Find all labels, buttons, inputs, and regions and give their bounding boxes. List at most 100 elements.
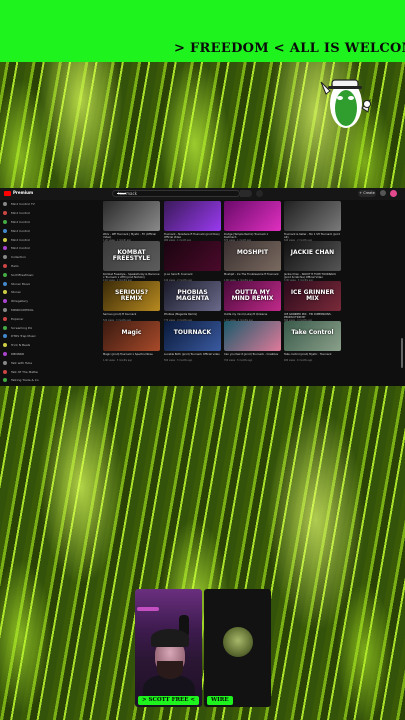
search-icon[interactable] (240, 190, 252, 197)
video-card[interactable]: TOURNACK Lucable Both (prod) Tournack Off… (164, 321, 221, 362)
video-thumbnail[interactable] (164, 241, 221, 271)
video-card[interactable]: Take Control Take control (prod) Mystic ·… (284, 321, 341, 362)
video-card[interactable]: PHOBIAS MAGENTA Phobias (Magenta Remix) 77… (164, 281, 221, 322)
video-thumbnail[interactable] (224, 321, 281, 351)
weed-mascot-icon (320, 79, 371, 128)
frog-avatar-icon (223, 627, 253, 657)
sidebar-item[interactable]: Mind Control (0, 209, 44, 218)
thumbnail-text: MOSHPIT (236, 249, 269, 256)
sidebar-item-label: DBNNRR (11, 351, 25, 356)
sidebar-item[interactable]: Explorer (0, 314, 44, 323)
search-input[interactable]: tourmack (112, 190, 240, 197)
sidebar-item[interactable]: Hello (0, 262, 44, 271)
screen-capture: Premium tourmack + Create Mind Control T… (0, 188, 405, 386)
video-thumbnail[interactable] (103, 201, 160, 231)
video-card[interactable]: KOMBAT FREESTYLE Kombat Freestyle - Speak… (103, 241, 160, 282)
video-meta: 1.4K views · 5 months ago (103, 358, 132, 362)
sidebar-item-label: Talking Trade & Co (11, 378, 39, 383)
video-card[interactable]: Can you feel it (prod) Tournack - Creatl… (224, 321, 281, 362)
ticker-banner: > FREEDOM < ALL IS WELCOME LIKE & S (0, 0, 405, 62)
sidebar-item-label: Talk with Tube (11, 360, 33, 365)
sidebar-item[interactable]: Bass (0, 385, 44, 386)
sidebar-item-label: Mind Control (11, 228, 31, 233)
active-tab-underline (117, 193, 126, 194)
sidebar-item[interactable]: Mind Control (0, 218, 44, 227)
video-card[interactable]: Magic Magic (prod) Tournack x Spectrumtre… (103, 321, 160, 362)
video-thumbnail[interactable]: Take Control (284, 321, 341, 351)
thumbnail-text: Take Control (291, 329, 334, 336)
sidebar-item[interactable]: Collection (0, 253, 44, 262)
video-thumbnail[interactable]: PHOBIAS MAGENTA (164, 281, 221, 311)
video-thumbnail[interactable]: ICE GRINNER MIX (284, 281, 341, 311)
video-thumbnail[interactable]: TOURNACK (164, 321, 221, 351)
sidebar-item[interactable]: MINDCONTROL (0, 306, 44, 315)
sidebar-item[interactable]: Wiregallery (0, 297, 44, 306)
video-thumbnail[interactable] (224, 201, 281, 231)
sidebar-item-label: Stoner Music (11, 281, 31, 286)
channel-avatar-icon (3, 378, 7, 383)
youtube-topbar: Premium tourmack + Create (0, 188, 405, 200)
video-meta: 700 views · 5 months ago (224, 358, 253, 362)
sidebar-item[interactable]: Screaming Pol (0, 323, 44, 332)
sidebar-item[interactable]: Stoner (0, 288, 44, 297)
bell-icon[interactable] (380, 190, 386, 196)
sidebar-item-label: DTRS Trap Music (11, 334, 36, 339)
channel-avatar-icon (3, 263, 7, 268)
channel-avatar-icon (3, 351, 7, 356)
microphone-icon[interactable] (256, 190, 263, 197)
sidebar-item[interactable]: DTRS Trap Music (0, 332, 44, 341)
guest-name-label: WIRE (207, 696, 233, 705)
video-card[interactable]: SERIOUS? REMIX Serious (prod) ft tournack… (103, 281, 160, 322)
video-card[interactable]: OUTTA MY MIND REMIX Outta my mind (Luke) … (224, 281, 281, 322)
video-card[interactable]: ICE GRINNER MIX ICE GRINNER MIX · TRI DIM… (284, 281, 341, 322)
streamer-beard (157, 661, 183, 679)
sidebar-item[interactable]: Talk with Tube (0, 358, 44, 367)
video-card[interactable]: Tournack - Nowhere ft Tournack (prod Dao… (164, 201, 221, 242)
scrollbar[interactable] (401, 338, 403, 368)
sidebar-item[interactable]: DBNNRR (0, 350, 44, 359)
sidebar-item[interactable]: Talking Trade & Co (0, 376, 44, 385)
channel-avatar-icon (3, 334, 7, 339)
sidebar-item-label: Stoner (11, 290, 21, 295)
video-card[interactable]: Dodge (Temple Remix) Tournack x Dadmech 8… (224, 201, 281, 242)
video-thumbnail[interactable]: SERIOUS? REMIX (103, 281, 160, 311)
video-card[interactable]: JACKIE CHAN Jackie Chan - SKOUT ft TOMI T… (284, 241, 341, 282)
video-thumbnail[interactable] (164, 201, 221, 231)
video-thumbnail[interactable]: OUTTA MY MIND REMIX (224, 281, 281, 311)
youtube-logo-icon[interactable] (4, 191, 11, 196)
sidebar-item[interactable]: Talk Of The Matter (0, 367, 44, 376)
webcam-scott-free: > SCOTT FREE < (135, 589, 202, 707)
thumbnail-text: PHOBIAS MAGENTA (176, 289, 209, 302)
video-thumbnail[interactable]: Magic (103, 321, 160, 351)
channel-avatar-icon (3, 228, 7, 233)
webcam-panel: > SCOTT FREE < WIRE (135, 589, 271, 707)
sidebar-item[interactable]: Stoner Music (0, 279, 44, 288)
sidebar-item-label: Collection (11, 255, 26, 260)
avatar[interactable] (390, 190, 397, 197)
sidebar-item-label: Explorer (11, 316, 24, 321)
youtube-logo-text: Premium (13, 190, 34, 195)
sidebar-item[interactable]: Trick N Beats (0, 341, 44, 350)
video-thumbnail[interactable] (284, 201, 341, 231)
channel-avatar-icon (3, 255, 7, 260)
video-card[interactable]: Wolv - WE Tournack | Mystic - FX (Offici… (103, 201, 160, 242)
sidebar-item[interactable]: Mind Control (0, 226, 44, 235)
create-button[interactable]: + Create (358, 190, 376, 197)
sidebar-item-label: Screaming Pol (11, 325, 33, 330)
video-card[interactable]: Jo so here ft. tournack 410 views · 2 mon… (164, 241, 221, 282)
channel-avatar-icon (3, 369, 7, 374)
channel-avatar-icon (3, 290, 7, 295)
thumbnail-text: TOURNACK (173, 329, 212, 336)
sidebar-item-label: Mind Control (11, 211, 31, 216)
sidebar-item[interactable]: Mind Control (0, 235, 44, 244)
video-thumbnail[interactable]: KOMBAT FREESTYLE (103, 241, 160, 271)
sidebar-item[interactable]: Mind Control (0, 244, 44, 253)
sidebar-item-label: Mind Control (11, 246, 31, 251)
video-thumbnail[interactable]: MOSHPIT (224, 241, 281, 271)
sidebar-item[interactable]: ScottFreeMusic (0, 270, 44, 279)
video-card[interactable]: MOSHPIT Moshpit - Ice The Troublesome ft … (224, 241, 281, 282)
video-thumbnail[interactable]: JACKIE CHAN (284, 241, 341, 271)
video-card[interactable]: Tournack & Keller - Mo 1 SH Tournack (pr… (284, 201, 341, 242)
sidebar-item[interactable]: Mind Control TV (0, 200, 44, 209)
sidebar-item-label: Wiregallery (11, 299, 29, 304)
